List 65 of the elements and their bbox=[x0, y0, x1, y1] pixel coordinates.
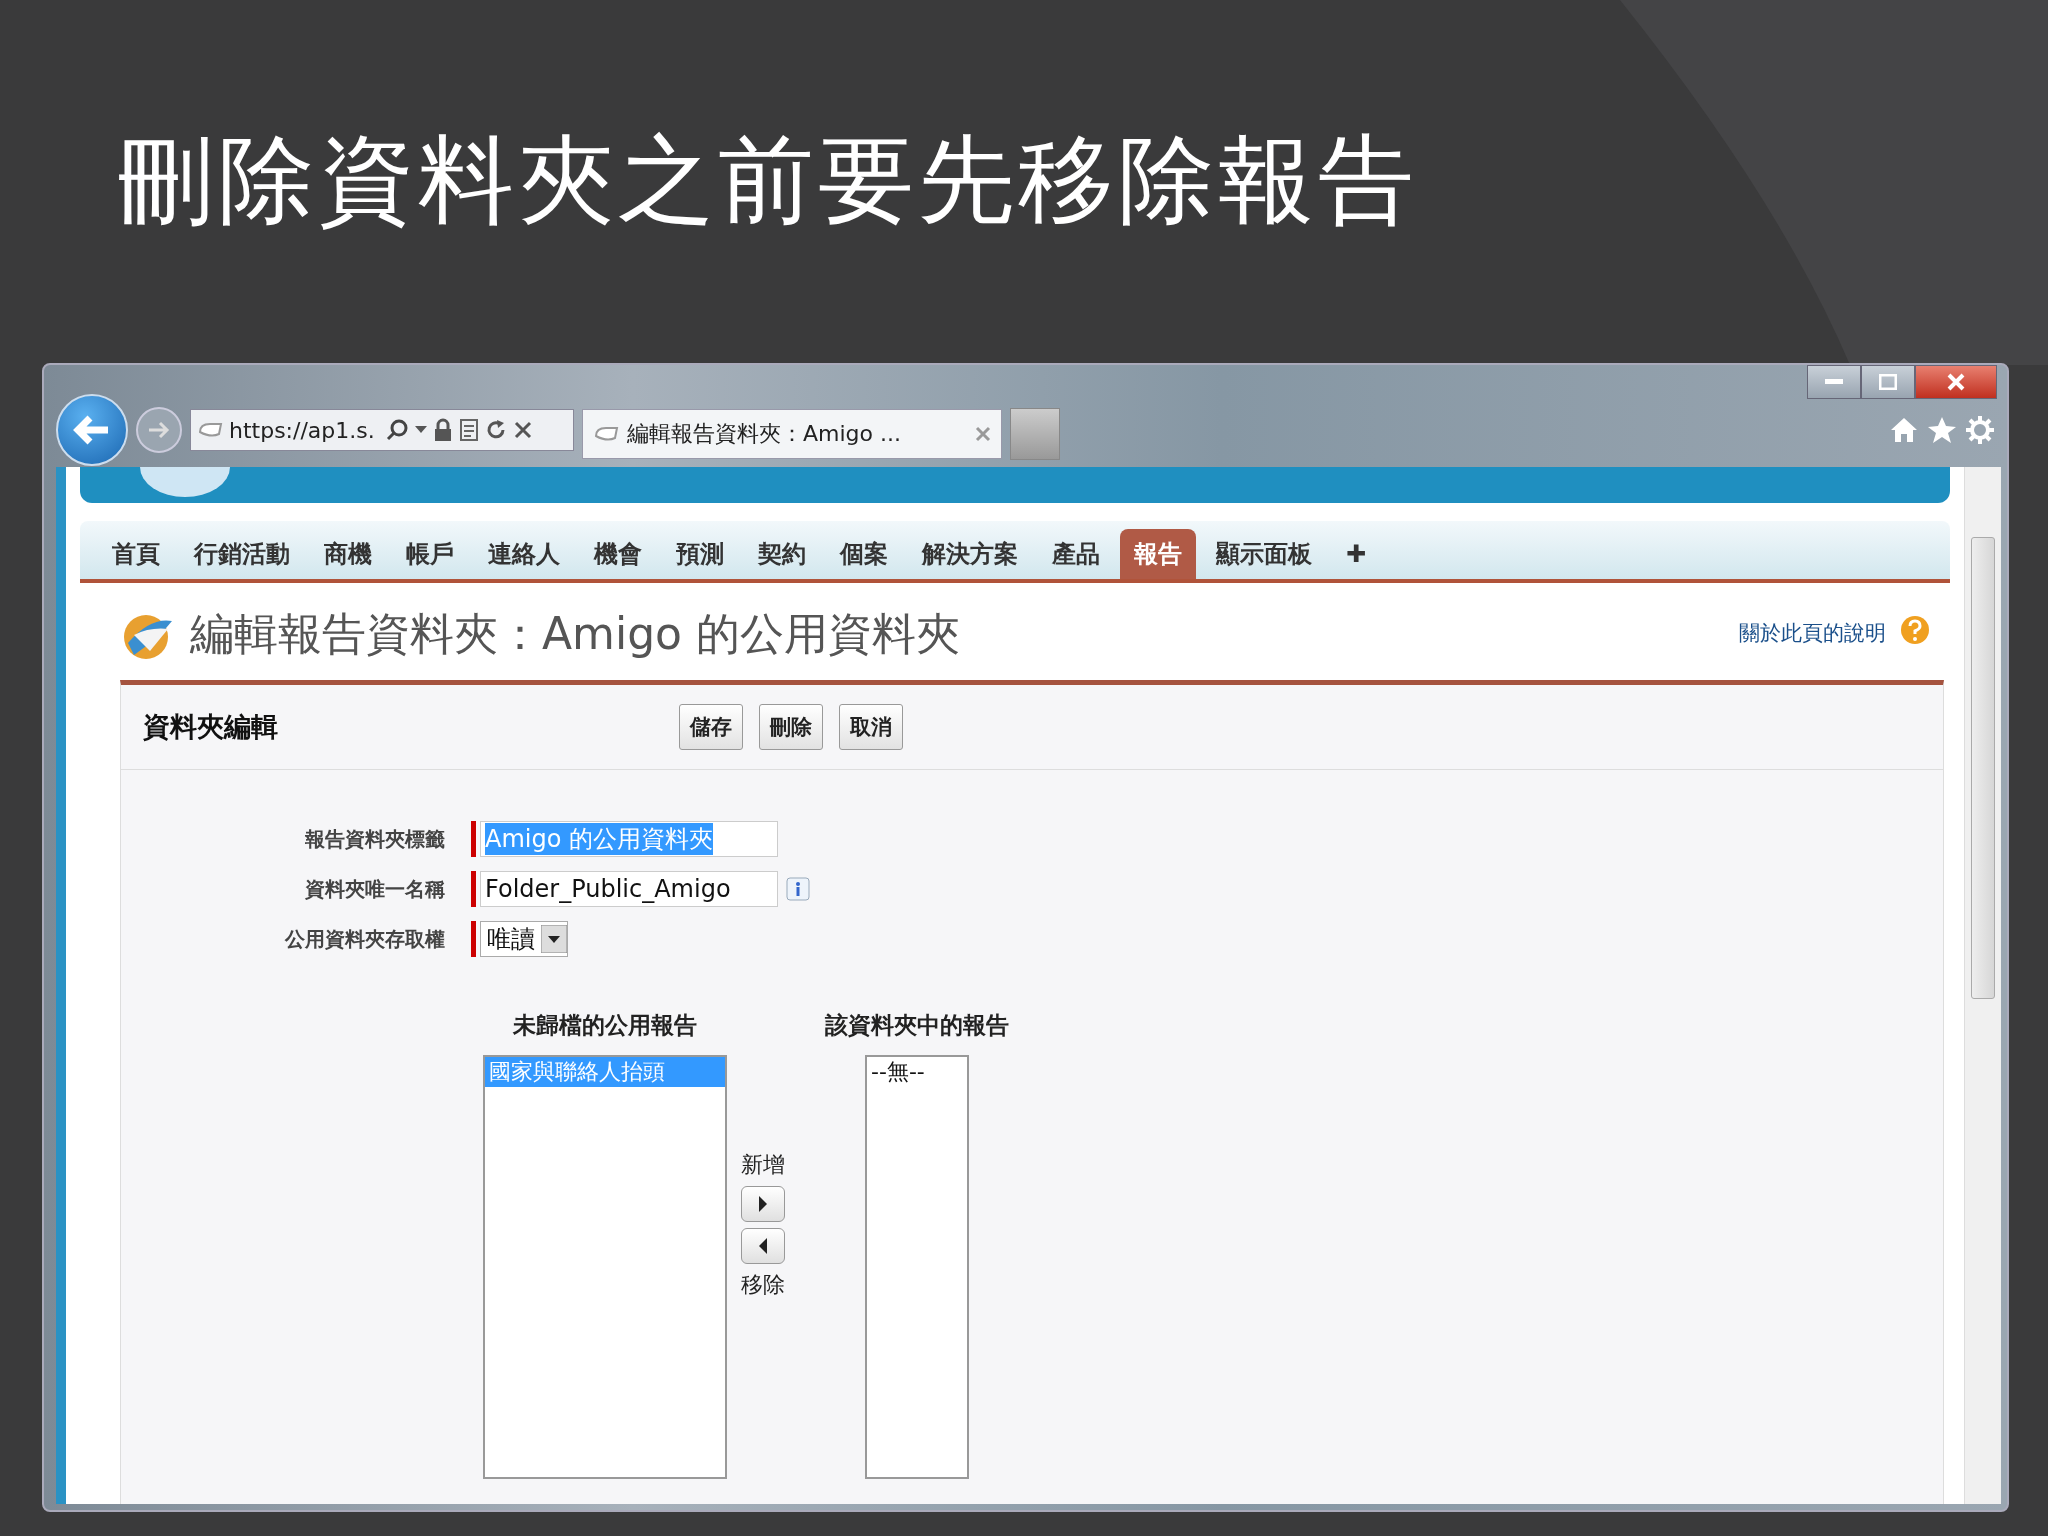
nav-tab[interactable]: 機會 bbox=[580, 529, 656, 579]
action-button[interactable]: 刪除 bbox=[759, 704, 823, 750]
action-button[interactable]: 儲存 bbox=[679, 704, 743, 750]
star-icon[interactable] bbox=[1927, 416, 1957, 444]
page-icon bbox=[593, 424, 619, 444]
dropdown-arrow-icon[interactable] bbox=[541, 925, 567, 953]
add-label: 新增 bbox=[741, 1151, 785, 1179]
list-heading: 該資料夾中的報告 bbox=[825, 1011, 1009, 1040]
required-marker bbox=[471, 871, 476, 907]
minimize-button[interactable] bbox=[1807, 365, 1861, 399]
nav-tab[interactable]: 個案 bbox=[826, 529, 902, 579]
nav-tab[interactable]: 顯示面板 bbox=[1202, 529, 1326, 579]
page-title: 編輯報告資料夾：Amigo 的公用資料夾 bbox=[190, 607, 961, 661]
required-marker bbox=[471, 821, 476, 857]
left-triangle-icon bbox=[758, 1238, 768, 1254]
tab-title: 編輯報告資料夾：Amigo ... bbox=[627, 420, 902, 448]
close-icon[interactable] bbox=[975, 426, 991, 442]
field-label: 公用資料夾存取權 bbox=[283, 925, 446, 953]
access-dropdown[interactable]: 唯讀 bbox=[480, 921, 568, 957]
nav-tab[interactable]: 首頁 bbox=[98, 529, 174, 579]
nav-tab[interactable]: 行銷活動 bbox=[180, 529, 304, 579]
nav-tab[interactable]: 預測 bbox=[662, 529, 738, 579]
address-text: https://ap1.s. bbox=[229, 417, 375, 443]
slide-title: 刪除資料夾之前要先移除報告 bbox=[118, 123, 1419, 238]
add-button[interactable] bbox=[741, 1186, 785, 1222]
list-heading: 未歸檔的公用報告 bbox=[513, 1011, 697, 1040]
field-label: 報告資料夾標籤 bbox=[304, 825, 446, 853]
field-label: 資料夾唯一名稱 bbox=[304, 875, 446, 903]
document-icon[interactable] bbox=[458, 418, 479, 442]
action-button[interactable]: 取消 bbox=[839, 704, 903, 750]
maximize-button[interactable] bbox=[1861, 365, 1915, 399]
remove-label: 移除 bbox=[741, 1271, 785, 1299]
list-item[interactable]: --無-- bbox=[867, 1057, 967, 1087]
home-icon[interactable] bbox=[1889, 416, 1919, 444]
address-bar[interactable]: https://ap1.s. bbox=[190, 409, 574, 451]
nav-tab[interactable]: 帳戶 bbox=[392, 529, 468, 579]
field-value: Folder_Public_Amigo bbox=[485, 875, 731, 903]
help-link[interactable]: 關於此頁的說明 bbox=[1739, 619, 1886, 647]
right-triangle-icon bbox=[758, 1196, 768, 1212]
nav-tab[interactable]: ✚ bbox=[1332, 529, 1381, 579]
stop-icon[interactable] bbox=[512, 420, 533, 440]
nav-tab[interactable]: 連絡人 bbox=[474, 529, 574, 579]
required-marker bbox=[471, 921, 476, 957]
close-icon bbox=[1946, 373, 1966, 391]
forward-arrow-icon bbox=[147, 420, 171, 440]
dropdown-icon[interactable] bbox=[414, 426, 427, 434]
search-icon[interactable] bbox=[384, 418, 409, 442]
minimize-icon bbox=[1825, 379, 1843, 385]
nav-tab[interactable]: 契約 bbox=[744, 529, 820, 579]
nav-tab[interactable]: 解決方案 bbox=[908, 529, 1032, 579]
field-value: Amigo 的公用資料夾 bbox=[485, 823, 713, 855]
nav-tab[interactable]: 產品 bbox=[1038, 529, 1114, 579]
section-title: 資料夾編輯 bbox=[143, 710, 279, 744]
close-button[interactable] bbox=[1915, 365, 1997, 399]
folder-reports-list[interactable]: --無-- bbox=[865, 1055, 969, 1479]
text-field[interactable]: Folder_Public_Amigo bbox=[480, 871, 778, 907]
maximize-icon bbox=[1879, 374, 1897, 390]
scrollbar[interactable] bbox=[1964, 467, 2001, 1504]
lock-icon bbox=[432, 418, 453, 442]
info-icon[interactable] bbox=[786, 877, 810, 901]
browser-tab[interactable]: 編輯報告資料夾：Amigo ... bbox=[582, 409, 1002, 459]
nav-tab[interactable]: 報告 bbox=[1120, 529, 1196, 579]
nav-tab[interactable]: 商機 bbox=[310, 529, 386, 579]
page-icon bbox=[197, 420, 223, 440]
remove-button[interactable] bbox=[741, 1228, 785, 1264]
